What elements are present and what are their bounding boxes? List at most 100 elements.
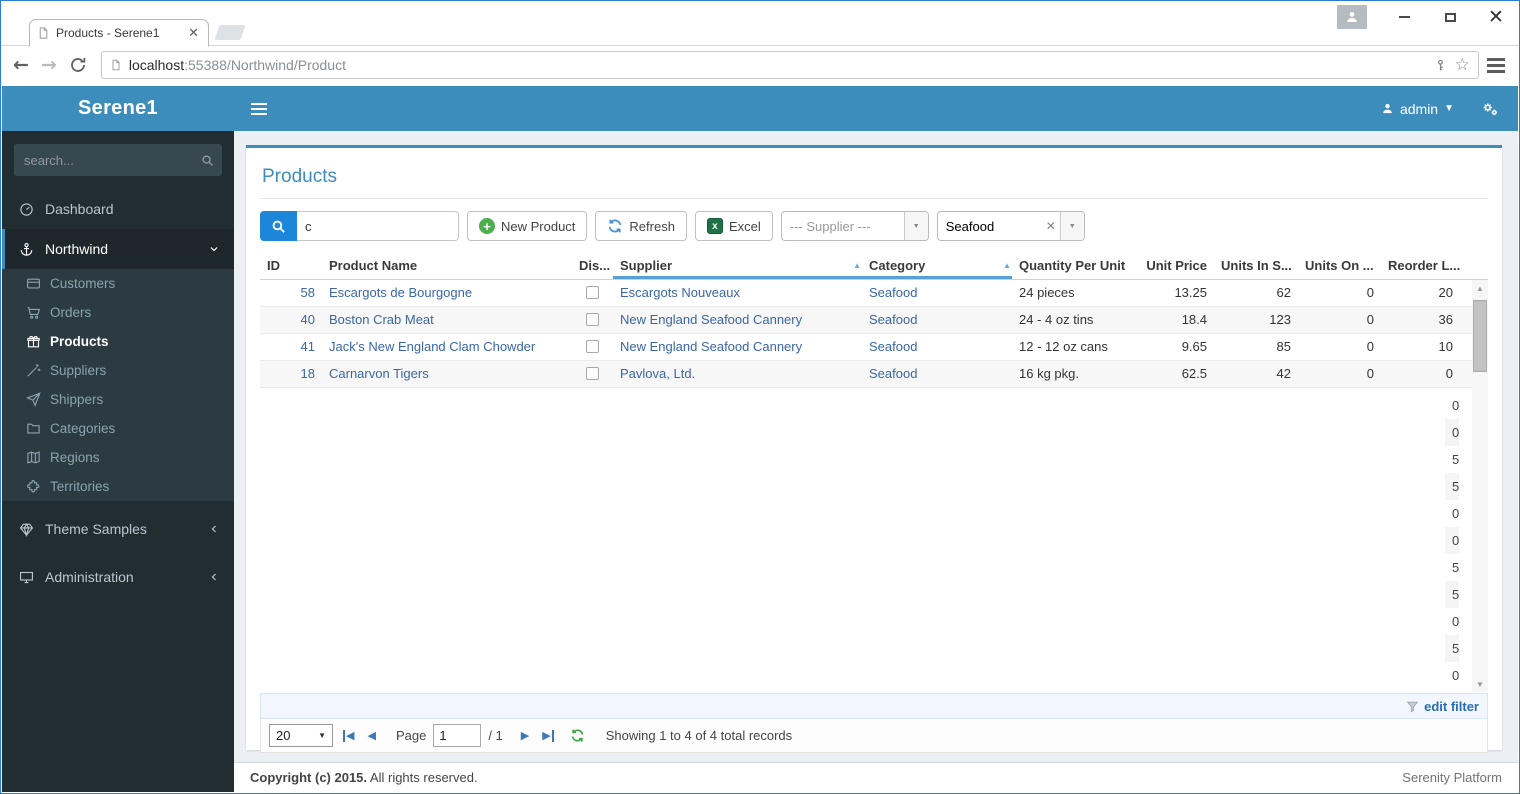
id-link[interactable]: 18 <box>301 366 315 381</box>
supplier-link[interactable]: New England Seafood Cannery <box>620 339 802 354</box>
sidebar-item-customers[interactable]: Customers <box>2 269 234 298</box>
column-header-qpu[interactable]: Quantity Per Unit <box>1012 252 1138 279</box>
id-link[interactable]: 40 <box>301 312 315 327</box>
id-link[interactable]: 41 <box>301 339 315 354</box>
forward-button[interactable]: → <box>41 54 57 76</box>
quick-search-button[interactable] <box>260 211 297 241</box>
sidebar-item-products[interactable]: Products <box>2 327 234 356</box>
cell-category: Seafood <box>862 361 1012 387</box>
sidebar-item-administration[interactable]: Administration <box>2 557 234 597</box>
edit-filter-link[interactable]: edit filter <box>1424 699 1479 714</box>
discontinued-checkbox[interactable] <box>586 313 599 326</box>
close-window-button[interactable]: ✕ <box>1473 3 1519 31</box>
id-link[interactable]: 58 <box>301 285 315 300</box>
supplier-link[interactable]: Escargots Nouveaux <box>620 285 740 300</box>
grid-scrollbar[interactable]: ▲ ▼ <box>1472 280 1488 692</box>
user-menu[interactable]: admin ▼ <box>1381 101 1454 117</box>
category-link[interactable]: Seafood <box>869 285 917 300</box>
cell-reorder: 0 <box>1445 366 1453 381</box>
brand-logo[interactable]: Serene1 <box>2 86 234 131</box>
sidebar-item-label: Theme Samples <box>45 521 147 537</box>
sidebar-item-categories[interactable]: Categories <box>2 414 234 443</box>
column-label: Quantity Per Unit <box>1019 258 1126 273</box>
pager-refresh-icon[interactable] <box>570 728 585 743</box>
discontinued-checkbox[interactable] <box>586 367 599 380</box>
category-link[interactable]: Seafood <box>869 312 917 327</box>
grid-render-artifact: 5 <box>1445 635 1459 662</box>
category-select[interactable]: Seafood ✕ ▼ <box>936 211 1085 241</box>
browser-menu-icon[interactable] <box>1486 57 1505 73</box>
sidebar-toggle-icon[interactable] <box>251 102 267 115</box>
settings-gears-icon[interactable] <box>1480 100 1500 118</box>
bookmark-star-icon[interactable]: ☆ <box>1455 55 1470 75</box>
scroll-up-icon[interactable]: ▲ <box>1472 280 1488 296</box>
products-grid: ID Product Name Dis... Supplier ▲ Category ▲ Qu… <box>260 252 1488 693</box>
category-link[interactable]: Seafood <box>869 366 917 381</box>
sidebar-item-theme-samples[interactable]: Theme Samples <box>2 509 234 549</box>
page-size-select[interactable]: 20 ▼ <box>269 724 333 747</box>
sidebar-item-suppliers[interactable]: Suppliers <box>2 356 234 385</box>
tab-close-icon[interactable]: ✕ <box>186 25 201 41</box>
supplier-link[interactable]: New England Seafood Cannery <box>620 312 802 327</box>
dropdown-arrow-icon[interactable]: ▼ <box>1059 212 1084 240</box>
grid-row[interactable]: 58 Escargots de Bourgogne Escargots Nouvea… <box>260 280 1488 307</box>
prev-page-button[interactable]: ◀ <box>364 729 378 742</box>
column-header-stock[interactable]: Units In S... <box>1214 252 1298 279</box>
grid-row[interactable]: 41 Jack's New England Clam Chowder New Eng… <box>260 334 1488 361</box>
profile-icon[interactable] <box>1337 5 1367 29</box>
key-icon[interactable] <box>1434 58 1447 73</box>
sidebar-item-orders[interactable]: Orders <box>2 298 234 327</box>
clear-category-icon[interactable]: ✕ <box>1042 219 1060 233</box>
column-header-reorder[interactable]: Reorder L... <box>1381 252 1460 279</box>
reload-button[interactable] <box>69 56 87 74</box>
column-header-onorder[interactable]: Units On ... <box>1298 252 1381 279</box>
products-panel: Products + New Product <box>246 145 1502 753</box>
column-header-supplier[interactable]: Supplier ▲ <box>613 252 862 279</box>
column-header-disc[interactable]: Dis... <box>572 252 613 279</box>
excel-button[interactable]: x Excel <box>694 211 773 241</box>
last-page-button[interactable]: ▶ <box>539 729 556 742</box>
sidebar-item-northwind[interactable]: Northwind <box>2 229 234 269</box>
name-link[interactable]: Jack's New England Clam Chowder <box>329 339 535 354</box>
quick-search-input[interactable] <box>297 211 459 241</box>
grid-row[interactable]: 18 Carnarvon Tigers Pavlova, Ltd. Seafood 16… <box>260 361 1488 388</box>
browser-tab[interactable]: Products - Serene1 ✕ <box>29 19 209 47</box>
column-header-id[interactable]: ID <box>260 252 322 279</box>
column-label: Category <box>869 258 926 273</box>
url-bar[interactable]: localhost:55388/Northwind/Product ☆ <box>100 51 1479 79</box>
supplier-link[interactable]: Pavlova, Ltd. <box>620 366 695 381</box>
sidebar-item-label: Orders <box>50 305 92 320</box>
sidebar-item-dashboard[interactable]: Dashboard <box>2 189 234 229</box>
minimize-button[interactable] <box>1381 3 1427 31</box>
column-header-price[interactable]: Unit Price <box>1138 252 1214 279</box>
maximize-button[interactable] <box>1427 3 1473 31</box>
new-product-button[interactable]: + New Product <box>467 211 588 241</box>
cell-qpu: 24 - 4 oz tins <box>1019 312 1094 327</box>
supplier-select[interactable]: --- Supplier --- ▼ <box>780 211 929 241</box>
grid-row[interactable]: 40 Boston Crab Meat New England Seafood Ca… <box>260 307 1488 334</box>
column-header-category[interactable]: Category ▲ <box>862 252 1012 279</box>
cell-name: Carnarvon Tigers <box>322 361 572 387</box>
sidebar-item-regions[interactable]: Regions <box>2 443 234 472</box>
scrollbar-thumb[interactable] <box>1473 300 1487 372</box>
back-button[interactable]: ← <box>13 54 29 76</box>
name-link[interactable]: Escargots de Bourgogne <box>329 285 472 300</box>
cell-category: Seafood <box>862 334 1012 360</box>
next-page-button[interactable]: ▶ <box>518 729 532 742</box>
name-link[interactable]: Boston Crab Meat <box>329 312 434 327</box>
first-page-button[interactable]: ◀ <box>340 729 357 742</box>
column-header-name[interactable]: Product Name <box>322 252 572 279</box>
dropdown-arrow-icon[interactable]: ▼ <box>903 212 928 240</box>
discontinued-checkbox[interactable] <box>586 286 599 299</box>
scroll-down-icon[interactable]: ▼ <box>1472 676 1488 692</box>
page-number-input[interactable] <box>433 724 482 747</box>
new-tab-button[interactable] <box>214 25 246 40</box>
supplier-select-placeholder: --- Supplier --- <box>789 218 871 234</box>
sidebar-item-territories[interactable]: Territories <box>2 472 234 501</box>
sidebar-search-input[interactable] <box>24 152 200 168</box>
discontinued-checkbox[interactable] <box>586 340 599 353</box>
sidebar-item-shippers[interactable]: Shippers <box>2 385 234 414</box>
name-link[interactable]: Carnarvon Tigers <box>329 366 429 381</box>
refresh-button[interactable]: Refresh <box>595 211 687 241</box>
category-link[interactable]: Seafood <box>869 339 917 354</box>
